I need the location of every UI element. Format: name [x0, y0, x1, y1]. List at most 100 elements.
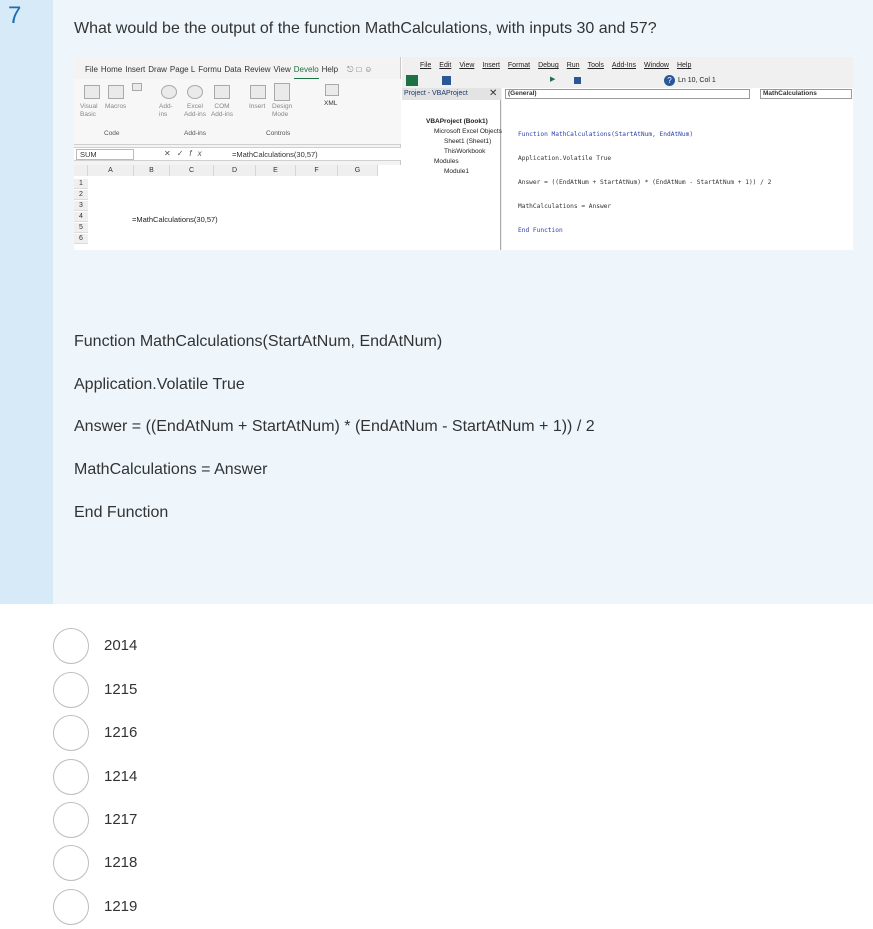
- radio-button[interactable]: [53, 672, 89, 708]
- insert-label: Insert: [249, 103, 266, 110]
- radio-button[interactable]: [53, 715, 89, 751]
- tree-item: Modules: [434, 158, 459, 165]
- close-icon: ✕: [489, 88, 498, 99]
- add-ins-label: Add-ins: [159, 103, 173, 118]
- insert-control-icon: [250, 85, 266, 99]
- visual-basic-label: Visual Basic: [80, 103, 98, 118]
- vbe-menu-item: Edit: [439, 62, 452, 69]
- code-line: End Function: [518, 227, 563, 234]
- column-header: G: [338, 165, 378, 176]
- procedure-dropdown: MathCalculations: [760, 89, 852, 99]
- question-number: 7: [8, 2, 22, 29]
- tree-item: ThisWorkbook: [444, 148, 486, 155]
- project-explorer: Project - VBAProject ✕ VBAProject (Book1…: [402, 88, 502, 250]
- tree-item: Module1: [444, 168, 469, 175]
- formula-bar: SUM ✕✓fx =MathCalculations(30,57): [74, 147, 401, 161]
- row-header: 4: [74, 212, 88, 222]
- code-line-return: MathCalculations = Answer: [74, 461, 268, 478]
- ribbon-tab: Help: [321, 65, 339, 74]
- vbe-menu-item: Run: [566, 62, 580, 69]
- ribbon-tabs: File Home Insert Draw Page L Formu Data …: [74, 65, 401, 79]
- option-label: 1217: [104, 811, 138, 828]
- design-mode-icon: [274, 83, 290, 101]
- group-controls-label: Controls: [266, 130, 291, 137]
- radio-button[interactable]: [53, 802, 89, 838]
- ribbon-tab: View: [273, 65, 291, 74]
- option-label: 1218: [104, 854, 138, 871]
- code-line-function: Function MathCalculations(StartAtNum, En…: [74, 333, 443, 350]
- vbe-menu-item: Format: [507, 62, 531, 69]
- vbe-menu-item: Tools: [587, 62, 604, 69]
- excel-icon: [406, 75, 418, 86]
- code-line: Answer = ((EndAtNum + StartAtNum) * (End…: [518, 179, 772, 186]
- code-line-volatile: Application.Volatile True: [74, 376, 245, 393]
- save-icon: [442, 76, 451, 85]
- code-line-end: End Function: [74, 504, 169, 521]
- row-header: 5: [74, 223, 88, 233]
- cursor-position: Ln 10, Col 1: [678, 77, 716, 84]
- vbe-menu-item: View: [459, 62, 475, 69]
- answer-option[interactable]: 1214: [53, 759, 453, 795]
- vbe-menu-item: Add-Ins: [611, 62, 637, 69]
- radio-button[interactable]: [53, 628, 89, 664]
- help-icon: ?: [664, 75, 675, 86]
- group-code-label: Code: [104, 130, 120, 137]
- answer-option[interactable]: 1219: [53, 889, 453, 925]
- design-mode-label: Design Mode: [272, 103, 293, 118]
- answer-option[interactable]: 1215: [53, 672, 453, 708]
- column-header: D: [214, 165, 256, 176]
- tree-item: Microsoft Excel Objects: [434, 128, 502, 135]
- radio-button[interactable]: [53, 889, 89, 925]
- macros-icon: [108, 85, 124, 99]
- formula-symbols: ✕✓fx: [164, 149, 208, 158]
- answer-option[interactable]: 1217: [53, 802, 453, 838]
- option-label: 1216: [104, 724, 138, 741]
- run-icon: ▶: [550, 76, 556, 83]
- ribbon-tab: Home: [100, 65, 123, 74]
- name-box: SUM: [76, 149, 134, 160]
- option-label: 1215: [104, 681, 138, 698]
- row-header: 3: [74, 201, 88, 211]
- vbe-menu-item: File: [420, 62, 432, 69]
- vba-editor-window: File Edit View Insert Format Debug Run T…: [402, 57, 853, 250]
- visual-basic-icon: [84, 85, 100, 99]
- ribbon: Visual Basic Macros Add-ins Excel Add-in…: [74, 79, 401, 145]
- ribbon-tab-developer: Develo: [293, 65, 319, 79]
- question-block: 7 What would be the output of the functi…: [0, 0, 873, 604]
- column-header: E: [256, 165, 296, 176]
- radio-button[interactable]: [53, 759, 89, 795]
- com-add-ins-icon: [214, 85, 230, 99]
- question-prompt: What would be the output of the function…: [74, 20, 657, 37]
- row-header: 2: [74, 190, 88, 200]
- code-line: Application.Volatile True: [518, 155, 612, 162]
- vbe-menu-item: Window: [644, 62, 669, 69]
- answer-option[interactable]: 1216: [53, 715, 453, 751]
- radio-button[interactable]: [53, 845, 89, 881]
- column-header: B: [134, 165, 170, 176]
- xml-icon: [325, 84, 339, 96]
- ribbon-tab: Page L: [169, 65, 196, 74]
- excel-add-ins-icon: [187, 85, 203, 99]
- column-header: F: [296, 165, 338, 176]
- group-addins-label: Add-ins: [184, 130, 207, 137]
- ribbon-tab: File: [85, 65, 98, 74]
- spreadsheet-grid: A B C D E F G 1 2 3 4 5 6 =MathCalculati…: [74, 165, 401, 250]
- com-add-ins-label: COM Add-ins: [210, 103, 234, 118]
- tree-item: VBAProject (Book1): [426, 118, 488, 125]
- ribbon-tab: Formu: [198, 65, 222, 74]
- smiley-icon: ☺: [364, 65, 373, 74]
- ribbon-tab: Review: [244, 65, 271, 74]
- vbe-menu-item: Help: [676, 62, 692, 69]
- comment-icon: □: [356, 65, 362, 74]
- code-line: Function MathCalculations(StartAtNum, En…: [518, 131, 694, 138]
- add-ins-icon: [161, 85, 177, 99]
- row-header: 6: [74, 234, 88, 244]
- excel-window: File Home Insert Draw Page L Formu Data …: [74, 57, 401, 250]
- column-header: A: [88, 165, 134, 176]
- code-line-answer: Answer = ((EndAtNum + StartAtNum) * (End…: [74, 418, 595, 435]
- answer-option[interactable]: 2014: [53, 628, 453, 664]
- answer-option[interactable]: 1218: [53, 845, 453, 881]
- stop-icon: [574, 77, 581, 84]
- code-window: (General) MathCalculations Function Math…: [502, 88, 853, 250]
- macros-label: Macros: [105, 103, 127, 110]
